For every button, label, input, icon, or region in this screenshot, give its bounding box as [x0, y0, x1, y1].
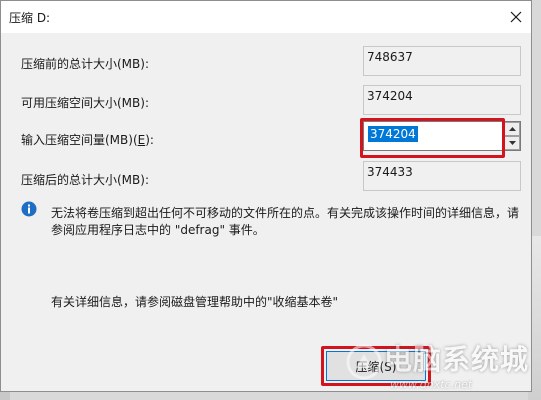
watermark-text: 电脑系统城 — [384, 343, 530, 376]
watermark-url: www.dnxtc.net — [390, 378, 473, 391]
watermark-logo: 电脑系统城 www.dnxtc.net — [344, 338, 541, 400]
available-space-value: 374204 — [363, 85, 521, 115]
available-space-label: 可用压缩空间大小(MB): — [21, 96, 149, 110]
total-after-label: 压缩后的总计大小(MB): — [21, 173, 149, 187]
info-message-line2: 参阅应用程序日志中的 "defrag" 事件。 — [51, 223, 265, 237]
close-button[interactable] — [501, 2, 531, 32]
watermark-logo-icon — [346, 344, 382, 380]
shrink-amount-label-text: 输入压缩空间量(MB)( — [21, 133, 138, 147]
spin-down-button[interactable] — [504, 136, 520, 150]
spin-up-button[interactable] — [504, 122, 520, 136]
total-before-value: 748637 — [363, 46, 521, 76]
help-message: 有关详细信息，请参阅磁盘管理帮助中的"收缩基本卷" — [51, 295, 339, 309]
close-icon — [510, 11, 522, 23]
info-icon — [21, 201, 37, 217]
shrink-dialog: 压缩 D: 压缩前的总计大小(MB): 748637 可用压缩空间大小(MB):… — [0, 0, 532, 392]
shrink-amount-label-suffix: ): — [145, 133, 154, 147]
shrink-amount-label: 输入压缩空间量(MB)(E): — [21, 131, 154, 148]
chevron-down-icon — [508, 141, 516, 145]
highlight-box-input — [360, 118, 505, 158]
total-after-value: 374433 — [363, 161, 521, 191]
info-message-line1: 无法将卷压缩到超出任何不可移动的文件所在的点。有关完成该操作时间的详细信息，请 — [51, 206, 520, 220]
title-bar: 压缩 D: — [1, 1, 531, 33]
chevron-up-icon — [508, 127, 516, 131]
total-before-label: 压缩前的总计大小(MB): — [21, 57, 149, 71]
window-title: 压缩 D: — [9, 11, 51, 25]
